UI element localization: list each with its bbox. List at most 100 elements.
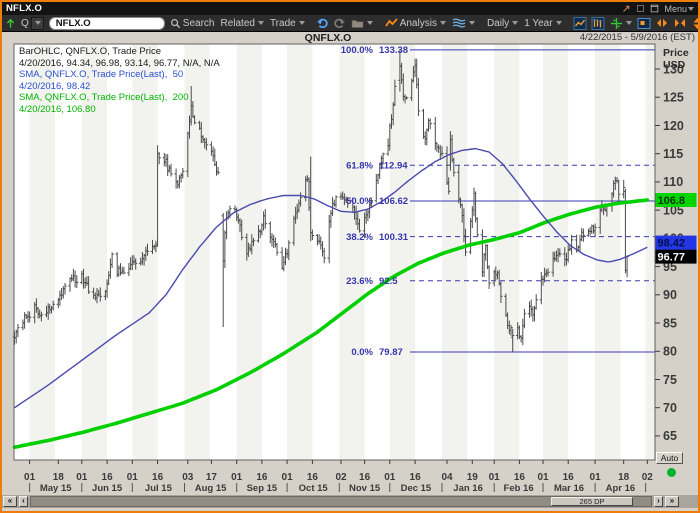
undo-icon[interactable] [316, 17, 329, 29]
x-tick-label: 01 [76, 472, 88, 483]
analysis-label: Analysis [400, 18, 437, 29]
scrollbar-track[interactable]: 265 DP [30, 496, 652, 507]
chevron-down-icon [626, 21, 632, 25]
window-title: NFLX.O [2, 3, 42, 14]
x-month-label: Dec 15 [401, 483, 432, 494]
waves-icon [452, 17, 466, 29]
price-marker-label: 96.77 [658, 252, 686, 264]
auto-scale-button[interactable]: Auto [656, 452, 683, 464]
search-button[interactable]: Search [169, 16, 216, 30]
range-label: 1 Year [524, 18, 552, 29]
price-marker-label: 98.42 [658, 238, 686, 250]
x-month-label: Sep 15 [247, 483, 278, 494]
x-month-label: Feb 16 [504, 483, 534, 494]
legend-line: BarOHLC, QNFLX.O, Trade Price [19, 46, 220, 58]
related-dropdown[interactable]: Related [219, 16, 264, 30]
chevron-down-icon [299, 21, 305, 25]
scroll-right-button[interactable]: › [654, 496, 663, 507]
chevron-down-icon [367, 21, 373, 25]
period-dropdown[interactable]: Daily [486, 16, 519, 30]
new-window-icon[interactable] [637, 17, 651, 30]
chevron-down-icon [688, 7, 694, 11]
line-chart-icon[interactable] [573, 17, 587, 30]
expand-vertical-icon[interactable] [691, 17, 700, 30]
x-tick-label: 16 [563, 472, 575, 483]
y-tick-label: 125 [663, 91, 684, 105]
popout-icon[interactable] [622, 4, 631, 13]
toolbar: Q Search Related Trade [2, 15, 698, 32]
x-tick-label: 02 [335, 472, 347, 483]
x-tick-label: 18 [618, 472, 630, 483]
legend-line: 4/20/2016, 98.42 [19, 81, 220, 93]
legend-line: SMA, QNFLX.O, Trade Price(Last), 200 [19, 92, 220, 104]
y-tick-label: 90 [663, 288, 677, 302]
y-tick-label: 85 [663, 316, 677, 330]
legend-line: SMA, QNFLX.O, Trade Price(Last), 50 [19, 69, 220, 81]
menu-label: Menu [664, 4, 687, 14]
arrow-up-icon[interactable] [5, 17, 16, 29]
window-icon[interactable] [650, 4, 659, 13]
symbol-input[interactable] [49, 17, 165, 30]
annotate-dropdown[interactable] [451, 16, 476, 30]
fib-value-label: 100.31 [379, 232, 409, 243]
range-dropdown[interactable]: 1 Year [523, 16, 562, 30]
quote-mode-dropdown[interactable]: Q [20, 16, 45, 30]
collapse-horizontal-icon[interactable] [673, 17, 687, 29]
x-month-label: Oct 15 [299, 483, 329, 494]
crosshair-dropdown[interactable] [609, 16, 633, 30]
trade-dropdown[interactable]: Trade [269, 16, 306, 30]
chevron-down-icon [258, 21, 264, 25]
x-tick-label: 01 [24, 472, 36, 483]
file-dropdown[interactable] [350, 16, 374, 30]
x-tick-label: 16 [256, 472, 268, 483]
fib-value-label: 133.38 [379, 45, 408, 56]
x-month-label: Mar 16 [554, 483, 584, 494]
scroll-far-right-button[interactable]: » [665, 496, 679, 507]
fib-value-label: 112.94 [379, 161, 408, 172]
y-tick-label: 65 [663, 429, 677, 443]
fib-percent-label: 23.6% [346, 276, 373, 287]
fib-percent-label: 0.0% [351, 347, 373, 358]
x-tick-label: 16 [102, 472, 114, 483]
search-icon [170, 18, 181, 29]
chevron-down-icon [469, 21, 475, 25]
x-tick-label: 01 [384, 472, 396, 483]
scroll-far-left-button[interactable]: « [3, 496, 17, 507]
bar-chart-icon[interactable] [591, 17, 605, 30]
x-tick-label: 01 [127, 472, 139, 483]
quote-mode-label: Q [21, 18, 29, 29]
fib-percent-label: 50.0% [346, 196, 373, 207]
x-tick-label: 01 [590, 472, 602, 483]
status-dot [667, 468, 676, 477]
fib-value-label: 92.5 [379, 276, 398, 287]
related-label: Related [220, 18, 254, 29]
restore-icon[interactable] [636, 4, 645, 13]
x-month-label: Aug 15 [195, 483, 227, 494]
period-label: Daily [487, 18, 509, 29]
redo-icon[interactable] [333, 17, 346, 29]
x-month-label: Nov 15 [349, 483, 381, 494]
chevron-down-icon [440, 21, 446, 25]
scrollbar-thumb[interactable]: 265 DP [551, 497, 633, 506]
x-tick-label: 16 [152, 472, 164, 483]
zigzag-icon [385, 17, 398, 29]
menu-button[interactable]: Menu [664, 4, 694, 14]
x-month-label: Apr 16 [606, 483, 636, 494]
y-tick-label: 75 [663, 373, 677, 387]
legend-line: 4/20/2016, 94.34, 96.98, 93.14, 96.77, N… [19, 58, 220, 70]
y-axis-title-currency: USD [663, 59, 689, 71]
chart-title: QNFLX.O [2, 32, 654, 44]
horizontal-scrollbar: « ‹ 265 DP › » [2, 495, 698, 508]
price-marker-label: 106.8 [658, 195, 686, 207]
expand-horizontal-icon[interactable] [655, 17, 669, 29]
y-tick-label: 70 [663, 401, 677, 415]
x-tick-label: 18 [53, 472, 65, 483]
scroll-left-button[interactable]: ‹ [19, 496, 28, 507]
analysis-dropdown[interactable]: Analysis [384, 16, 447, 30]
trade-label: Trade [270, 18, 296, 29]
x-month-label: May 15 [40, 483, 72, 494]
x-month-label: Jan 16 [453, 483, 483, 494]
x-month-label: Jul 15 [145, 483, 173, 494]
x-month-label: Jun 15 [92, 483, 123, 494]
chart-date-range: 4/22/2015 - 5/9/2016 (EST) [580, 32, 695, 43]
